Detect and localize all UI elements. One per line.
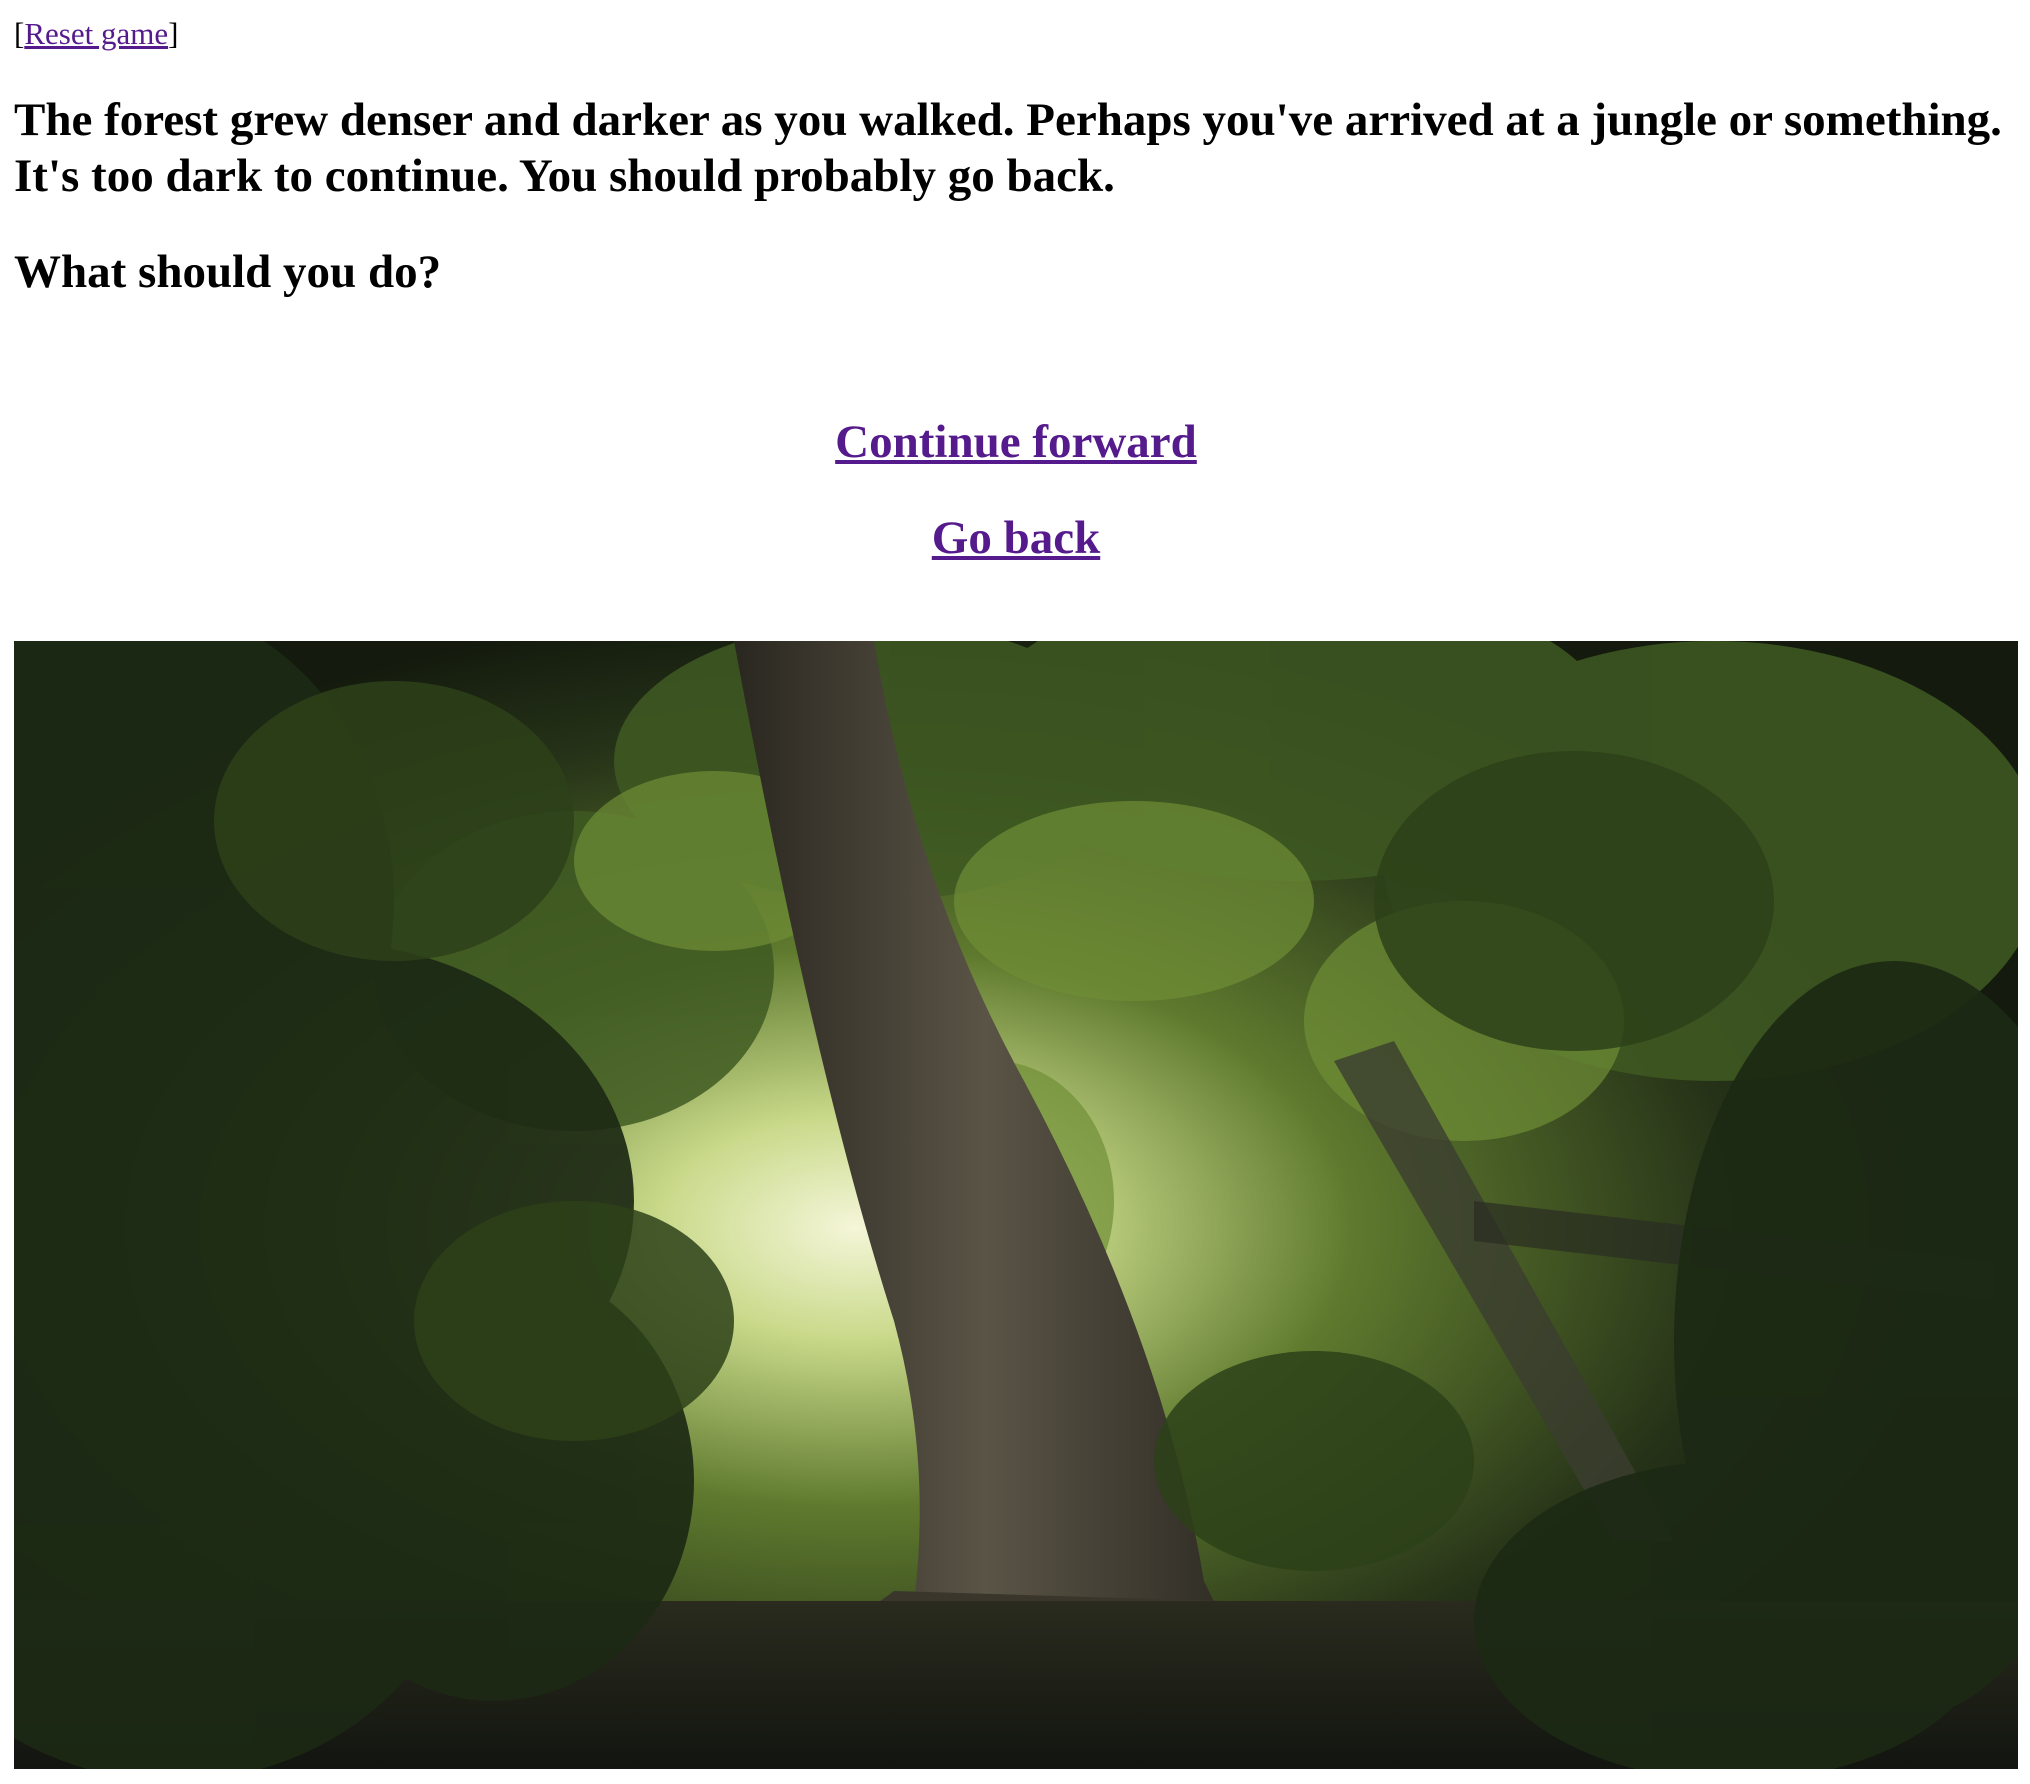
reset-line: [Reset game] <box>14 14 178 54</box>
bracket-close: ] <box>168 16 179 51</box>
bracket-open: [ <box>14 16 25 51</box>
go-back-link[interactable]: Go back <box>14 510 2018 566</box>
continue-forward-link[interactable]: Continue forward <box>14 414 2018 470</box>
choices-list: Continue forward Go back <box>14 414 2018 566</box>
reset-game-link[interactable]: Reset game <box>24 16 168 51</box>
forest-illustration <box>14 641 2018 1769</box>
forest-scene-image <box>14 641 2018 1769</box>
story-prompt: What should you do? <box>14 246 442 298</box>
story-text: The forest grew denser and darker as you… <box>14 94 2002 202</box>
